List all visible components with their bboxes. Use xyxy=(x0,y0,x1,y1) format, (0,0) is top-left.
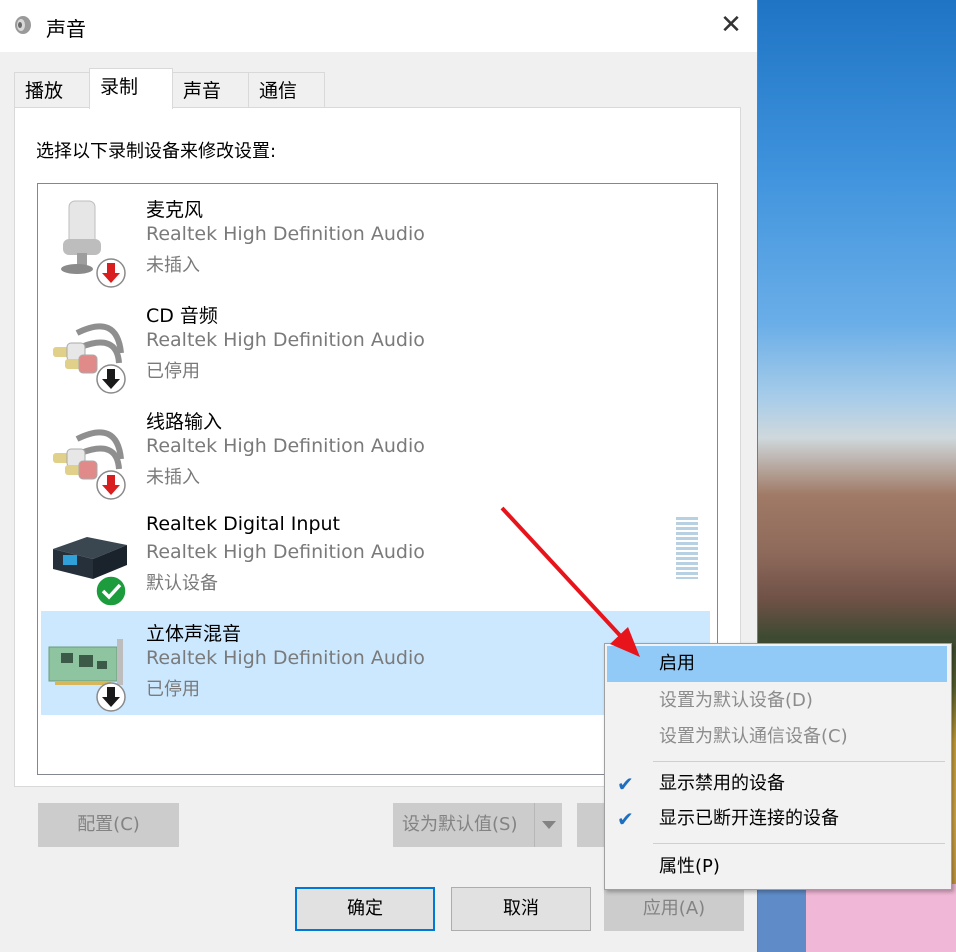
desktop-icon-area xyxy=(757,884,806,952)
device-status: 已停用 xyxy=(146,361,200,382)
device-status: 已停用 xyxy=(146,679,200,700)
device-driver: Realtek High Definition Audio xyxy=(146,223,425,245)
device-name: 麦克风 xyxy=(146,199,204,221)
ok-button[interactable]: 确定 xyxy=(295,887,435,931)
tab-communications[interactable]: 通信 xyxy=(248,72,325,108)
set-default-dropdown[interactable] xyxy=(534,803,562,847)
device-name: Realtek Digital Input xyxy=(146,513,340,535)
window-title: 声音 xyxy=(46,17,86,41)
chevron-down-icon xyxy=(542,821,556,829)
menu-item-properties[interactable]: 属性(P) xyxy=(607,849,947,885)
menu-separator xyxy=(653,843,945,844)
device-status: 未插入 xyxy=(146,467,200,488)
device-name: 线路输入 xyxy=(146,411,223,433)
tab-sounds[interactable]: 声音 xyxy=(172,72,249,108)
device-driver: Realtek High Definition Audio xyxy=(146,541,425,563)
menu-item-label: 启用 xyxy=(659,653,695,674)
device-item-cd-audio[interactable]: CD 音频 Realtek High Definition Audio 已停用 xyxy=(41,293,710,397)
device-name: CD 音频 xyxy=(146,305,218,327)
instruction-text: 选择以下录制设备来修改设置: xyxy=(36,141,277,162)
unplugged-badge xyxy=(96,258,126,288)
level-meter xyxy=(676,517,698,579)
menu-item-label: 显示禁用的设备 xyxy=(659,773,785,794)
device-driver: Realtek High Definition Audio xyxy=(146,329,425,351)
close-button[interactable]: ✕ xyxy=(713,10,749,42)
menu-item-show-disabled[interactable]: ✔ 显示禁用的设备 xyxy=(607,766,947,802)
menu-item-set-default-comm[interactable]: 设置为默认通信设备(C) xyxy=(607,719,947,755)
checkmark-icon: ✔ xyxy=(617,772,634,796)
configure-button[interactable]: 配置(C) xyxy=(38,803,179,847)
apply-button[interactable]: 应用(A) xyxy=(604,887,744,931)
default-check-badge xyxy=(95,575,127,607)
menu-item-label: 属性(P) xyxy=(659,856,720,877)
context-menu: 启用 设置为默认设备(D) 设置为默认通信设备(C) ✔ 显示禁用的设备 ✔ 显… xyxy=(604,643,952,890)
device-status: 未插入 xyxy=(146,255,200,276)
device-driver: Realtek High Definition Audio xyxy=(146,647,425,669)
menu-item-enable[interactable]: 启用 xyxy=(607,646,947,682)
device-driver: Realtek High Definition Audio xyxy=(146,435,425,457)
cancel-button[interactable]: 取消 xyxy=(451,887,591,931)
watermark-block xyxy=(806,884,956,952)
checkmark-icon: ✔ xyxy=(617,807,634,831)
menu-item-label: 设置为默认设备(D) xyxy=(659,690,813,711)
device-item-line-in[interactable]: 线路输入 Realtek High Definition Audio 未插入 xyxy=(41,399,710,503)
disabled-badge xyxy=(96,364,126,394)
device-name: 立体声混音 xyxy=(146,623,242,645)
unplugged-badge xyxy=(96,470,126,500)
device-item-digital-input[interactable]: Realtek Digital Input Realtek High Defin… xyxy=(41,505,710,609)
title-bar: 声音 ✕ xyxy=(0,0,757,52)
menu-item-show-disconnected[interactable]: ✔ 显示已断开连接的设备 xyxy=(607,801,947,837)
device-item-microphone[interactable]: 麦克风 Realtek High Definition Audio 未插入 xyxy=(41,187,710,291)
tab-recording[interactable]: 录制 xyxy=(89,68,173,109)
device-status: 默认设备 xyxy=(146,573,218,594)
tab-playback[interactable]: 播放 xyxy=(14,72,90,108)
speaker-icon xyxy=(15,16,31,34)
disabled-badge xyxy=(96,682,126,712)
menu-item-label: 设置为默认通信设备(C) xyxy=(659,726,848,747)
menu-separator xyxy=(653,761,945,762)
menu-item-set-default[interactable]: 设置为默认设备(D) xyxy=(607,683,947,719)
menu-item-label: 显示已断开连接的设备 xyxy=(659,808,839,829)
